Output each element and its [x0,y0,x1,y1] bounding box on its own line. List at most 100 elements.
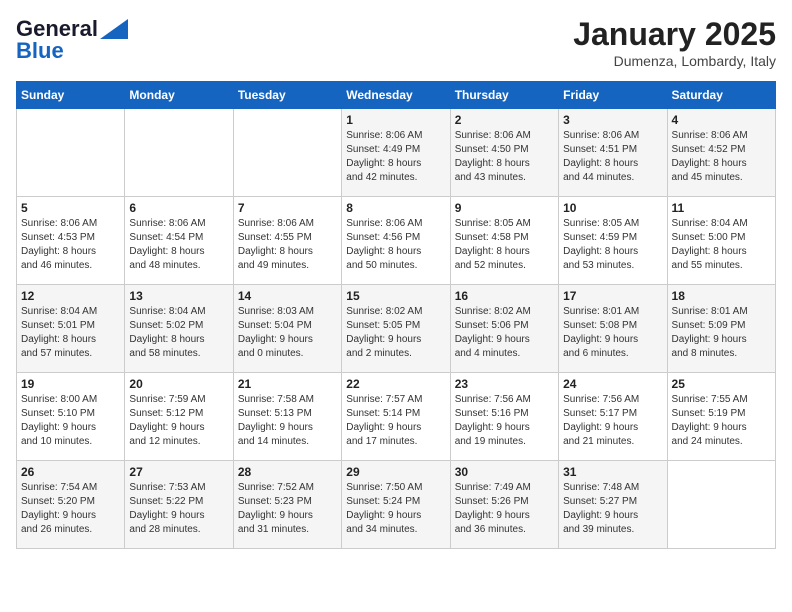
day-info: Sunrise: 8:01 AM Sunset: 5:08 PM Dayligh… [563,305,662,361]
day-number: 23 [455,377,554,391]
day-info: Sunrise: 8:06 AM Sunset: 4:53 PM Dayligh… [21,217,120,273]
day-number: 27 [129,465,228,479]
day-info: Sunrise: 7:56 AM Sunset: 5:17 PM Dayligh… [563,393,662,449]
day-number: 19 [21,377,120,391]
day-info: Sunrise: 8:00 AM Sunset: 5:10 PM Dayligh… [21,393,120,449]
day-info: Sunrise: 7:50 AM Sunset: 5:24 PM Dayligh… [346,481,445,537]
logo-icon [100,19,128,39]
title-block: January 2025 Dumenza, Lombardy, Italy [573,16,776,69]
day-number: 3 [563,113,662,127]
week-row-1: 1Sunrise: 8:06 AM Sunset: 4:49 PM Daylig… [17,109,776,197]
calendar-cell: 5 Sunrise: 8:06 AM Sunset: 4:53 PM Daylig… [17,197,125,285]
day-header-thursday: Thursday [450,82,558,109]
day-number: 29 [346,465,445,479]
day-number: 12 [21,289,120,303]
day-info: Sunrise: 8:06 AM Sunset: 4:50 PM Dayligh… [455,129,554,185]
day-number: 31 [563,465,662,479]
day-header-tuesday: Tuesday [233,82,341,109]
day-header-sunday: Sunday [17,82,125,109]
day-number: 18 [672,289,771,303]
calendar-cell: 6 Sunrise: 8:06 AM Sunset: 4:54 PM Daylig… [125,197,233,285]
week-row-5: 26 Sunrise: 7:54 AM Sunset: 5:20 PM Dayli… [17,461,776,549]
calendar-cell: 18 Sunrise: 8:01 AM Sunset: 5:09 PM Dayli… [667,285,775,373]
day-number: 16 [455,289,554,303]
calendar-cell: 9 Sunrise: 8:05 AM Sunset: 4:58 PM Daylig… [450,197,558,285]
calendar-cell: 23 Sunrise: 7:56 AM Sunset: 5:16 PM Dayli… [450,373,558,461]
calendar-cell: 7Sunrise: 8:06 AM Sunset: 4:55 PM Daylig… [233,197,341,285]
day-info: Sunrise: 8:04 AM Sunset: 5:02 PM Dayligh… [129,305,228,361]
day-info: Sunrise: 7:56 AM Sunset: 5:16 PM Dayligh… [455,393,554,449]
calendar-cell: 22 Sunrise: 7:57 AM Sunset: 5:14 PM Dayli… [342,373,450,461]
day-info: Sunrise: 8:06 AM Sunset: 4:52 PM Dayligh… [672,129,771,185]
day-number: 11 [672,201,771,215]
day-info: Sunrise: 8:03 AM Sunset: 5:04 PM Dayligh… [238,305,337,361]
day-number: 7 [238,201,337,215]
logo: General Blue [16,16,128,64]
day-info: Sunrise: 8:02 AM Sunset: 5:06 PM Dayligh… [455,305,554,361]
day-number: 21 [238,377,337,391]
calendar-cell: 27 Sunrise: 7:53 AM Sunset: 5:22 PM Dayli… [125,461,233,549]
calendar-cell: 14 Sunrise: 8:03 AM Sunset: 5:04 PM Dayli… [233,285,341,373]
day-header-friday: Friday [559,82,667,109]
day-info: Sunrise: 7:59 AM Sunset: 5:12 PM Dayligh… [129,393,228,449]
day-number: 2 [455,113,554,127]
calendar-cell: 16 Sunrise: 8:02 AM Sunset: 5:06 PM Dayli… [450,285,558,373]
day-info: Sunrise: 7:52 AM Sunset: 5:23 PM Dayligh… [238,481,337,537]
day-info: Sunrise: 8:05 AM Sunset: 4:59 PM Dayligh… [563,217,662,273]
day-number: 22 [346,377,445,391]
day-info: Sunrise: 8:05 AM Sunset: 4:58 PM Dayligh… [455,217,554,273]
calendar-cell: 1Sunrise: 8:06 AM Sunset: 4:49 PM Daylig… [342,109,450,197]
day-info: Sunrise: 7:54 AM Sunset: 5:20 PM Dayligh… [21,481,120,537]
day-header-wednesday: Wednesday [342,82,450,109]
calendar-cell: 26 Sunrise: 7:54 AM Sunset: 5:20 PM Dayli… [17,461,125,549]
day-number: 17 [563,289,662,303]
location-subtitle: Dumenza, Lombardy, Italy [573,53,776,69]
calendar-cell: 12 Sunrise: 8:04 AM Sunset: 5:01 PM Dayli… [17,285,125,373]
day-info: Sunrise: 8:06 AM Sunset: 4:54 PM Dayligh… [129,217,228,273]
day-number: 5 [21,201,120,215]
day-number: 26 [21,465,120,479]
week-row-2: 5 Sunrise: 8:06 AM Sunset: 4:53 PM Daylig… [17,197,776,285]
day-info: Sunrise: 8:01 AM Sunset: 5:09 PM Dayligh… [672,305,771,361]
day-info: Sunrise: 7:55 AM Sunset: 5:19 PM Dayligh… [672,393,771,449]
day-number: 6 [129,201,228,215]
day-info: Sunrise: 7:53 AM Sunset: 5:22 PM Dayligh… [129,481,228,537]
day-info: Sunrise: 7:58 AM Sunset: 5:13 PM Dayligh… [238,393,337,449]
calendar-cell: 19 Sunrise: 8:00 AM Sunset: 5:10 PM Dayli… [17,373,125,461]
day-number: 9 [455,201,554,215]
day-info: Sunrise: 7:48 AM Sunset: 5:27 PM Dayligh… [563,481,662,537]
day-number: 15 [346,289,445,303]
calendar-cell [17,109,125,197]
day-info: Sunrise: 8:02 AM Sunset: 5:05 PM Dayligh… [346,305,445,361]
calendar-cell: 29 Sunrise: 7:50 AM Sunset: 5:24 PM Dayli… [342,461,450,549]
day-info: Sunrise: 8:04 AM Sunset: 5:01 PM Dayligh… [21,305,120,361]
calendar-cell: 15 Sunrise: 8:02 AM Sunset: 5:05 PM Dayli… [342,285,450,373]
calendar-cell: 25 Sunrise: 7:55 AM Sunset: 5:19 PM Dayli… [667,373,775,461]
calendar-cell: 4 Sunrise: 8:06 AM Sunset: 4:52 PM Daylig… [667,109,775,197]
calendar-cell: 11 Sunrise: 8:04 AM Sunset: 5:00 PM Dayli… [667,197,775,285]
month-title: January 2025 [573,16,776,53]
day-number: 30 [455,465,554,479]
calendar-cell: 8Sunrise: 8:06 AM Sunset: 4:56 PM Daylig… [342,197,450,285]
calendar-cell: 2 Sunrise: 8:06 AM Sunset: 4:50 PM Daylig… [450,109,558,197]
day-number: 4 [672,113,771,127]
day-number: 24 [563,377,662,391]
day-info: Sunrise: 8:04 AM Sunset: 5:00 PM Dayligh… [672,217,771,273]
logo-blue: Blue [16,38,64,64]
day-info: Sunrise: 8:06 AM Sunset: 4:49 PM Dayligh… [346,129,445,185]
calendar-cell: 10 Sunrise: 8:05 AM Sunset: 4:59 PM Dayli… [559,197,667,285]
day-number: 14 [238,289,337,303]
calendar-cell: 3Sunrise: 8:06 AM Sunset: 4:51 PM Daylig… [559,109,667,197]
day-info: Sunrise: 7:57 AM Sunset: 5:14 PM Dayligh… [346,393,445,449]
calendar-cell: 21 Sunrise: 7:58 AM Sunset: 5:13 PM Dayli… [233,373,341,461]
calendar-table: SundayMondayTuesdayWednesdayThursdayFrid… [16,81,776,549]
calendar-cell: 17 Sunrise: 8:01 AM Sunset: 5:08 PM Dayli… [559,285,667,373]
day-number: 10 [563,201,662,215]
day-header-saturday: Saturday [667,82,775,109]
calendar-cell [125,109,233,197]
day-number: 25 [672,377,771,391]
calendar-cell: 24 Sunrise: 7:56 AM Sunset: 5:17 PM Dayli… [559,373,667,461]
page-header: General Blue January 2025 Dumenza, Lomba… [16,16,776,69]
calendar-cell: 30Sunrise: 7:49 AM Sunset: 5:26 PM Dayli… [450,461,558,549]
day-number: 20 [129,377,228,391]
